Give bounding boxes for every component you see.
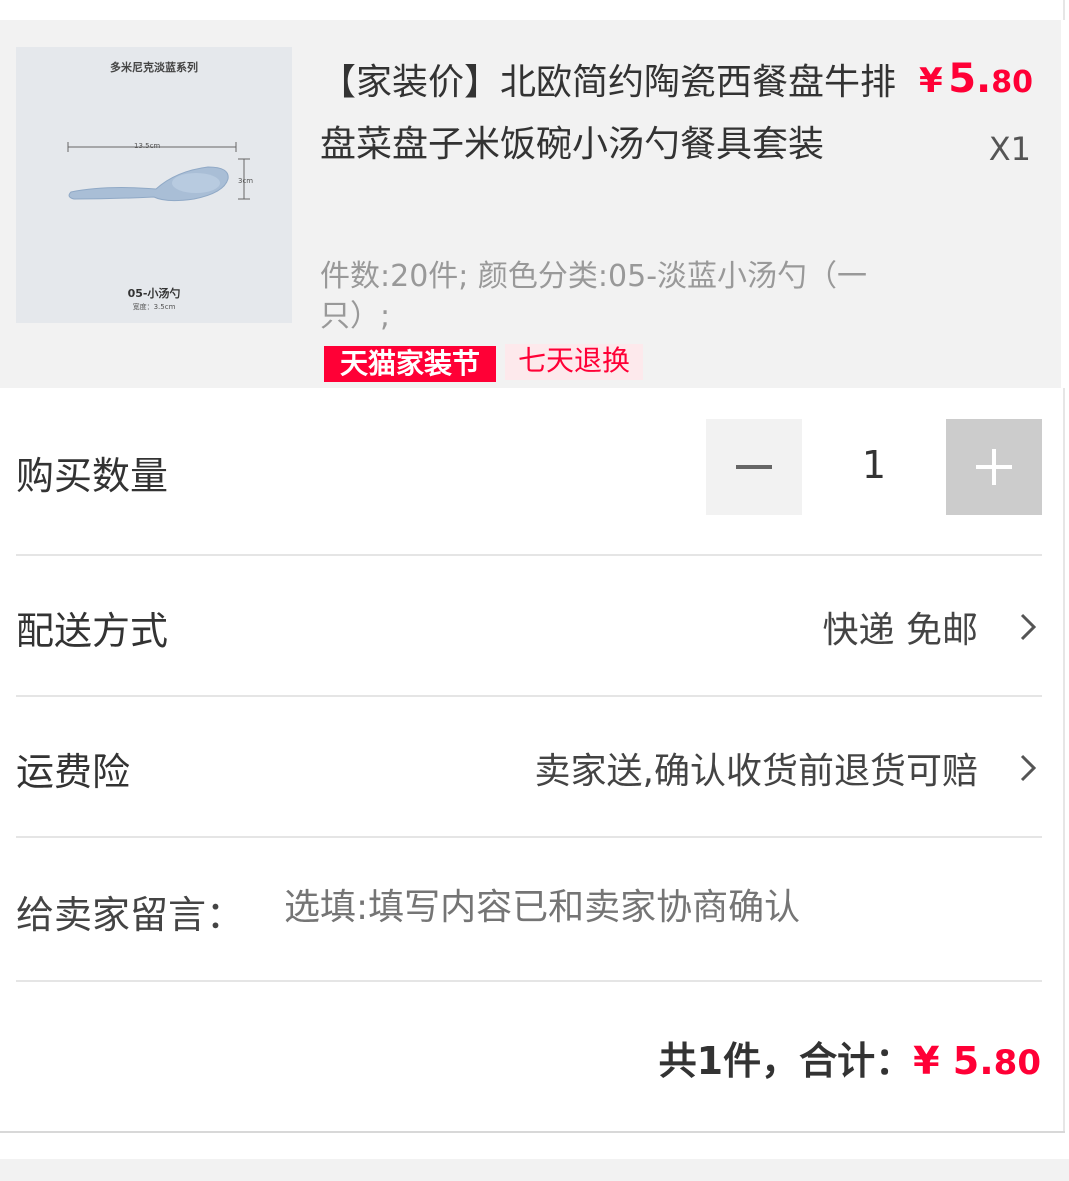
seller-message-label: 给卖家留言： (16, 893, 245, 937)
plus-icon (976, 449, 1012, 485)
total-decimal: 80 (993, 1043, 1041, 1083)
seller-message-input[interactable] (284, 874, 1024, 940)
shipping-insurance-value: 卖家送,确认收货前退货可赔 (534, 751, 978, 792)
order-confirm-page: 多米尼克淡蓝系列 13.5cm 3cm 05-小汤勺 宽度：3.5cm 【家装价… (0, 0, 1069, 1181)
total-amount: ¥ 5.80 (913, 1039, 1041, 1083)
total-prefix: 共1件，合计： (658, 1039, 914, 1083)
delivery-value: 快递 免邮 (822, 610, 978, 651)
product-thumbnail[interactable]: 多米尼克淡蓝系列 13.5cm 3cm 05-小汤勺 宽度：3.5cm (16, 47, 292, 323)
spoon-illustration (67, 142, 250, 202)
chevron-right-icon (1020, 613, 1037, 641)
thumbnail-variant-text: 05-小汤勺 (127, 287, 181, 300)
divider (16, 980, 1042, 982)
section-separator (0, 1133, 1069, 1181)
product-quantity: X1 (988, 130, 1031, 168)
price-decimal: 80 (991, 65, 1033, 100)
price-currency-symbol: ¥ (918, 61, 943, 101)
product-card[interactable]: 多米尼克淡蓝系列 13.5cm 3cm 05-小汤勺 宽度：3.5cm 【家装价… (0, 20, 1065, 388)
return-policy-tag: 七天退换 (505, 344, 643, 380)
delivery-label: 配送方式 (16, 609, 169, 653)
promo-tag: 天猫家装节 (324, 346, 496, 382)
price-integer: 5. (948, 56, 992, 102)
quantity-decrease-button[interactable] (706, 419, 802, 515)
total-currency-symbol: ¥ (913, 1039, 953, 1083)
separator-gray-band (0, 1159, 1069, 1181)
product-price: ¥ 5.80 (919, 56, 1033, 102)
shipping-insurance-row[interactable]: 运费险 卖家送,确认收货前退货可赔 (16, 697, 1042, 836)
delivery-row[interactable]: 配送方式 快递 免邮 (16, 556, 1042, 695)
minus-icon (736, 465, 772, 469)
thumbnail-width-text: 宽度：3.5cm (132, 303, 176, 311)
product-title[interactable]: 【家装价】北欧简约陶瓷西餐盘牛排盘菜盘子米饭碗小汤勺餐具套装 (320, 52, 920, 176)
total-integer: 5. (952, 1039, 994, 1083)
product-sku: 件数:20件; 颜色分类:05-淡蓝小汤勺（一只）; (320, 259, 868, 334)
quantity-label: 购买数量 (16, 454, 169, 498)
shipping-insurance-label: 运费险 (16, 750, 131, 794)
quantity-increase-button[interactable] (946, 419, 1042, 515)
chevron-right-icon (1020, 754, 1037, 782)
quantity-value[interactable]: 1 (802, 419, 946, 515)
seller-message-row: 给卖家留言： (16, 838, 1042, 980)
thumbnail-length-text: 13.5cm (134, 142, 161, 150)
order-total: 共1件，合计：¥ 5.80 (659, 1030, 1041, 1085)
thumbnail-height-text: 3cm (238, 177, 254, 185)
